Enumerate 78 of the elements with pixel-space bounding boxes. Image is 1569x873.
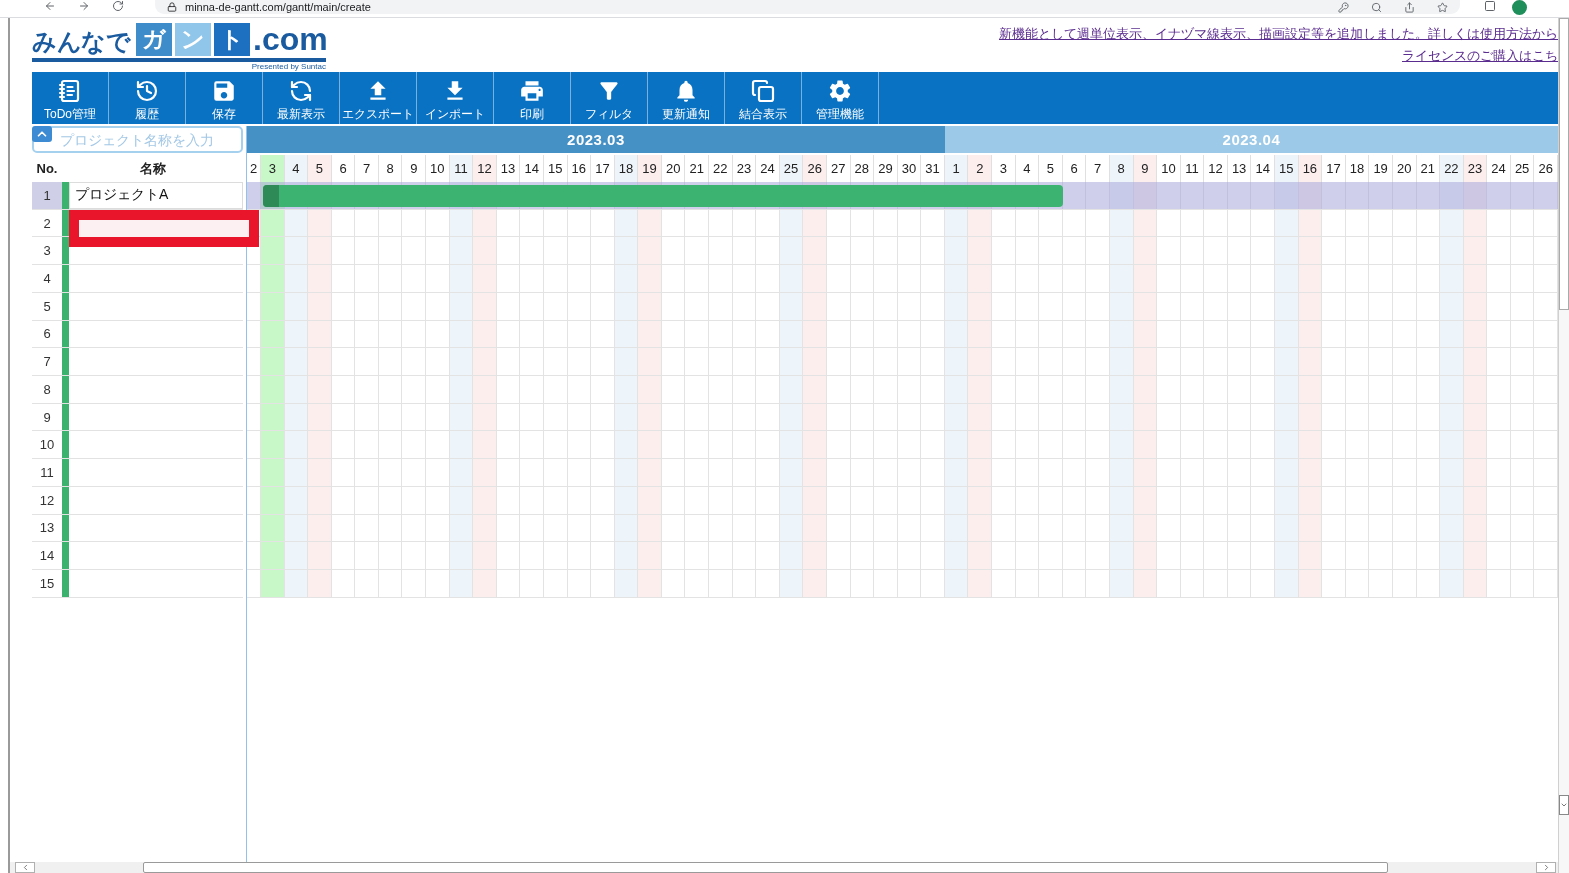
day-header: 12 [473, 155, 497, 182]
star-icon[interactable] [1437, 1, 1448, 13]
search-icon[interactable] [1371, 1, 1382, 13]
scroll-left-button[interactable] [15, 862, 35, 873]
column-header: No. [35, 161, 59, 176]
day-header: 11 [449, 155, 474, 182]
bar-start-handle[interactable] [263, 184, 279, 207]
row-number[interactable]: 8 [32, 376, 62, 403]
day-header: 9 [1133, 155, 1158, 182]
window-icon[interactable] [1484, 0, 1496, 12]
search-field[interactable]: プロジェクト名称を入力 [32, 126, 243, 153]
task-bar-segment[interactable] [1039, 184, 1063, 207]
scroll-down-button[interactable] [1559, 795, 1569, 815]
row-number[interactable]: 12 [32, 486, 62, 514]
forward-icon[interactable] [78, 0, 90, 12]
row-number[interactable]: 15 [32, 570, 62, 597]
day-header: 1 [944, 155, 969, 182]
day-header: 8 [1109, 155, 1134, 182]
notice-link[interactable]: 新機能として週単位表示、イナヅマ線表示、描画設定等を追加しました。詳しくは使用方法から [999, 26, 1558, 42]
vertical-scrollbar[interactable] [1558, 18, 1569, 873]
day-header: 26 [803, 155, 827, 182]
printer-icon [519, 78, 545, 104]
row-number[interactable]: 3 [32, 237, 62, 265]
key-icon[interactable] [1338, 1, 1349, 13]
toolbar-button[interactable]: エクスポート [340, 72, 417, 124]
day-header: 19 [638, 155, 662, 182]
logo-letter-tile: ン [175, 23, 211, 56]
day-header: 25 [779, 155, 804, 182]
row-number[interactable]: 2 [32, 209, 62, 237]
notice-link[interactable]: ライセンスのご購入はこち [1402, 48, 1558, 64]
logo-domain: .com [253, 22, 328, 56]
month-header: 2023.03 [247, 126, 945, 153]
row-number[interactable]: 13 [32, 514, 62, 542]
collapse-button[interactable] [32, 126, 52, 142]
scrollbar-thumb[interactable] [143, 862, 1388, 873]
day-header: 16 [1298, 155, 1323, 182]
day-header: 3 [261, 155, 285, 182]
day-header: 15 [1275, 155, 1299, 182]
share-icon[interactable] [1404, 1, 1415, 13]
project-name[interactable]: プロジェクトA [69, 182, 243, 209]
day-header: 2 [968, 155, 993, 182]
task-bar-segment[interactable] [263, 184, 285, 207]
address-bar[interactable]: minna-de-gantt.com/gantt/main/create [155, 0, 1460, 14]
scroll-right-button[interactable] [1536, 862, 1556, 873]
name-input-field[interactable] [69, 209, 259, 247]
day-header: 23 [1463, 155, 1488, 182]
day-header: 2 [247, 155, 261, 182]
logo-tagline: Presented by Suntac [251, 62, 326, 71]
stacked-windows-icon [751, 79, 775, 103]
scrollbar-thumb[interactable] [1559, 18, 1569, 310]
day-header: 22 [1440, 155, 1464, 182]
row-number[interactable]: 9 [32, 403, 62, 431]
column-header: 名称 [138, 159, 167, 178]
row-number[interactable]: 14 [32, 542, 62, 570]
refresh-icon [289, 79, 313, 103]
row-number[interactable]: 6 [32, 320, 62, 348]
chevron-down-icon [1560, 801, 1568, 809]
day-header: 18 [614, 155, 639, 182]
reload-icon[interactable] [112, 0, 124, 12]
lock-icon [167, 2, 177, 12]
profile-avatar[interactable] [1512, 0, 1527, 15]
day-header: 5 [308, 155, 332, 182]
clock-arrow-icon [135, 79, 159, 103]
row-number[interactable]: 7 [32, 348, 62, 376]
row-number[interactable]: 1 [32, 182, 62, 209]
row-number[interactable]: 11 [32, 459, 62, 486]
month-header: 2023.04 [944, 126, 1558, 153]
row-number[interactable]: 5 [32, 292, 62, 320]
notebook-icon [58, 79, 82, 103]
day-header: 4 [284, 155, 309, 182]
logo-text: みんなで [32, 28, 130, 56]
logo-letter-tile: ト [214, 23, 250, 56]
horizontal-scrollbar[interactable] [10, 862, 1558, 873]
settings-icon [827, 78, 853, 104]
row-number[interactable]: 10 [32, 431, 62, 459]
logo-letter-tile: ガ [136, 23, 172, 56]
row-number[interactable]: 4 [32, 265, 62, 292]
back-icon[interactable] [44, 0, 56, 12]
